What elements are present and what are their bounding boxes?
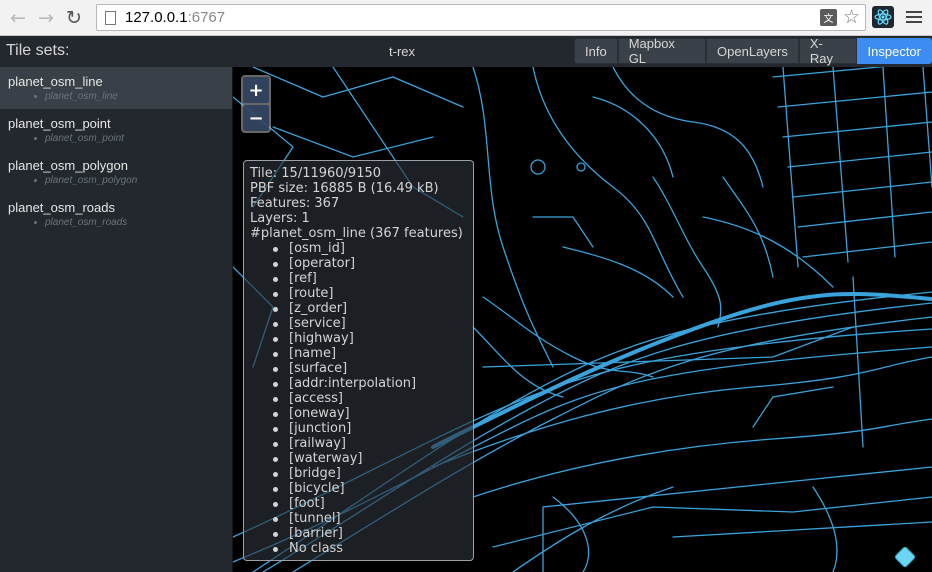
list-item: [highway] (273, 331, 467, 346)
translate-icon[interactable]: 文 (820, 9, 837, 26)
tileset-item-planet-osm-point[interactable]: planet_osm_point planet_osm_point (0, 109, 232, 151)
tileset-item-planet-osm-polygon[interactable]: planet_osm_polygon planet_osm_polygon (0, 151, 232, 193)
list-item: [junction] (273, 421, 467, 436)
tileset-layer: planet_osm_line (34, 91, 118, 102)
app-title: t-rex (389, 44, 415, 59)
list-item: [oneway] (273, 406, 467, 421)
bookmark-star-icon[interactable]: ☆ (843, 6, 860, 28)
url-port: :6767 (187, 9, 226, 26)
list-item: [bridge] (273, 466, 467, 481)
list-item: [ref] (273, 271, 467, 286)
tab-inspector[interactable]: Inspector (856, 38, 932, 64)
zoom-in-button[interactable]: + (243, 77, 269, 103)
inspector-popup: Tile: 15/11960/9150 PBF size: 16885 B (1… (243, 160, 474, 561)
browser-menu-icon[interactable] (906, 8, 922, 26)
list-item: [operator] (273, 256, 467, 271)
url-host: 127.0.0.1 (125, 9, 188, 26)
browser-toolbar: ← → ↻ 127.0.0.1:6767 文 ☆ (0, 0, 932, 36)
address-bar[interactable]: 127.0.0.1:6767 文 ☆ (96, 4, 866, 31)
tilesets-label: Tile sets: (6, 42, 70, 59)
react-devtools-icon[interactable] (872, 6, 894, 28)
attribute-list: [osm_id] [operator] [ref] [route] [z_ord… (250, 241, 467, 556)
tile-coords: Tile: 15/11960/9150 (250, 166, 382, 181)
back-icon[interactable]: ← (6, 6, 30, 30)
forward-icon[interactable]: → (34, 6, 58, 30)
page-icon (105, 10, 116, 25)
list-item: [barrier] (273, 526, 467, 541)
list-item: [tunnel] (273, 511, 467, 526)
tileset-layer: planet_osm_point (34, 133, 124, 144)
zoom-out-button[interactable]: − (243, 105, 269, 131)
tab-openlayers[interactable]: OpenLayers (706, 38, 799, 64)
tab-info[interactable]: Info (574, 38, 618, 64)
tileset-item-planet-osm-line[interactable]: planet_osm_line planet_osm_line (0, 67, 232, 109)
map-canvas[interactable]: + − Tile: 15/11960/9150 PBF size: 16885 … (233, 67, 932, 572)
list-item: [osm_id] (273, 241, 467, 256)
list-item: [name] (273, 346, 467, 361)
list-item: [route] (273, 286, 467, 301)
tileset-name: planet_osm_polygon (8, 158, 128, 173)
feature-count: Features: 367 (250, 196, 340, 211)
view-tabs: Info Mapbox GL OpenLayers X-Ray Inspecto… (574, 36, 932, 66)
list-item: No class (273, 541, 467, 556)
layer-heading: #planet_osm_line (367 features) (250, 226, 463, 241)
list-item: [waterway] (273, 451, 467, 466)
tileset-layer: planet_osm_roads (34, 217, 127, 228)
zoom-control: + − (241, 75, 271, 133)
list-item: [railway] (273, 436, 467, 451)
list-item: [access] (273, 391, 467, 406)
app-header: Tile sets: t-rex Info Mapbox GL OpenLaye… (0, 36, 932, 67)
atom-icon (874, 9, 892, 25)
tab-mapbox-gl[interactable]: Mapbox GL (617, 36, 707, 66)
list-item: [service] (273, 316, 467, 331)
tileset-sidebar: planet_osm_line planet_osm_line planet_o… (0, 67, 233, 572)
reload-icon[interactable]: ↻ (62, 6, 86, 30)
list-item: [surface] (273, 361, 467, 376)
layer-count: Layers: 1 (250, 211, 310, 226)
list-item: [bicycle] (273, 481, 467, 496)
pbf-size: PBF size: 16885 B (16.49 kB) (250, 181, 439, 196)
tileset-layer: planet_osm_polygon (34, 175, 137, 186)
tileset-item-planet-osm-roads[interactable]: planet_osm_roads planet_osm_roads (0, 193, 232, 235)
list-item: [z_order] (273, 301, 467, 316)
tileset-name: planet_osm_line (8, 74, 103, 89)
list-item: [foot] (273, 496, 467, 511)
tileset-name: planet_osm_roads (8, 200, 115, 215)
list-item: [addr:interpolation] (273, 376, 467, 391)
tab-x-ray[interactable]: X-Ray (798, 36, 857, 66)
tileset-name: planet_osm_point (8, 116, 111, 131)
